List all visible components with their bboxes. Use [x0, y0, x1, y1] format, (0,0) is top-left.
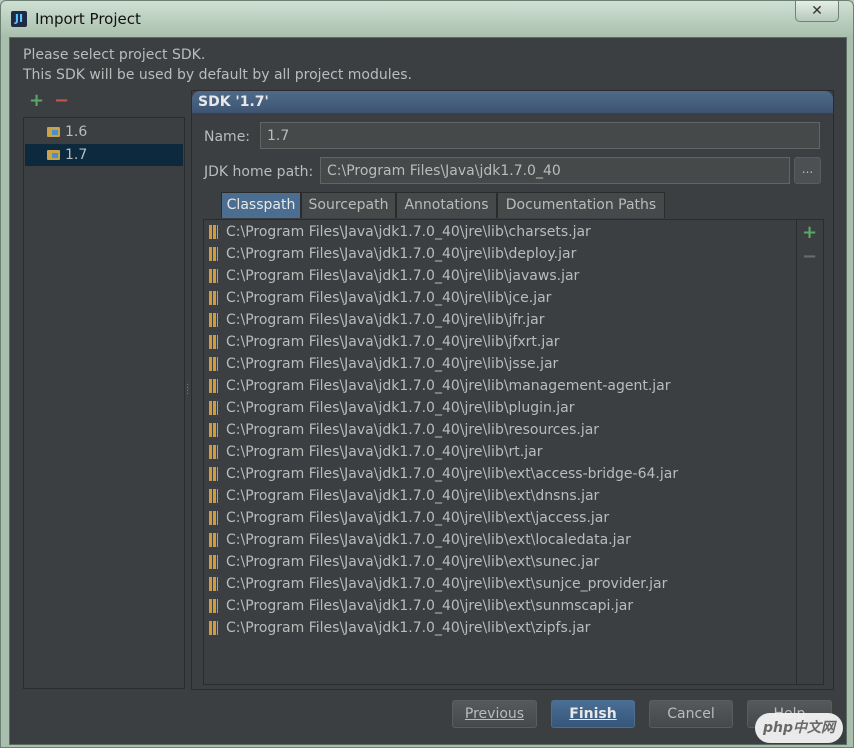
name-field[interactable]: 1.7: [260, 122, 820, 149]
classpath-entry: C:\Program Files\Java\jdk1.7.0_40\jre\li…: [226, 532, 631, 548]
name-label: Name:: [204, 129, 251, 145]
classpath-entry: C:\Program Files\Java\jdk1.7.0_40\jre\li…: [226, 576, 668, 592]
classpath-entry: C:\Program Files\Java\jdk1.7.0_40\jre\li…: [226, 224, 591, 240]
finish-button[interactable]: Finish: [551, 700, 635, 728]
add-path-icon[interactable]: +: [802, 224, 817, 242]
dialog-content: Please select project SDK. This SDK will…: [9, 37, 847, 745]
classpath-row[interactable]: C:\Program Files\Java\jdk1.7.0_40\jre\li…: [204, 353, 796, 375]
jar-icon: [209, 335, 218, 349]
sdk-item-1-6[interactable]: 1.6: [25, 121, 183, 143]
sdk-folder-icon: [47, 150, 60, 160]
site-watermark: php中文网: [755, 713, 843, 743]
tab-annotations[interactable]: Annotations: [396, 192, 497, 218]
jar-icon: [209, 269, 218, 283]
jar-icon: [209, 621, 218, 635]
jar-icon: [209, 357, 218, 371]
classpath-row[interactable]: C:\Program Files\Java\jdk1.7.0_40\jre\li…: [204, 463, 796, 485]
classpath-entry: C:\Program Files\Java\jdk1.7.0_40\jre\li…: [226, 444, 543, 460]
classpath-row[interactable]: C:\Program Files\Java\jdk1.7.0_40\jre\li…: [204, 243, 796, 265]
jar-icon: [209, 379, 218, 393]
add-sdk-icon[interactable]: +: [29, 92, 44, 110]
classpath-entry: C:\Program Files\Java\jdk1.7.0_40\jre\li…: [226, 510, 610, 526]
classpath-row[interactable]: C:\Program Files\Java\jdk1.7.0_40\jre\li…: [204, 265, 796, 287]
description-line-1: Please select project SDK.: [23, 47, 206, 63]
classpath-entry: C:\Program Files\Java\jdk1.7.0_40\jre\li…: [226, 554, 600, 570]
jar-icon: [209, 511, 218, 525]
classpath-entry: C:\Program Files\Java\jdk1.7.0_40\jre\li…: [226, 246, 577, 262]
title-bar: JI Import Project ✕: [1, 1, 853, 37]
jdk-home-path-label: JDK home path:: [204, 164, 314, 180]
classpath-entry: C:\Program Files\Java\jdk1.7.0_40\jre\li…: [226, 378, 671, 394]
sdk-settings-panel: SDK '1.7' Name: 1.7 JDK home path: C:\Pr…: [191, 90, 834, 690]
classpath-row[interactable]: C:\Program Files\Java\jdk1.7.0_40\jre\li…: [204, 573, 796, 595]
intellij-app-icon: JI: [11, 11, 27, 27]
splitter-handle[interactable]: · · · ·: [186, 381, 189, 400]
classpath-row[interactable]: C:\Program Files\Java\jdk1.7.0_40\jre\li…: [204, 529, 796, 551]
classpath-entry: C:\Program Files\Java\jdk1.7.0_40\jre\li…: [226, 620, 591, 636]
jdk-home-path-field[interactable]: C:\Program Files\Java\jdk1.7.0_40: [320, 157, 790, 184]
classpath-row[interactable]: C:\Program Files\Java\jdk1.7.0_40\jre\li…: [204, 397, 796, 419]
classpath-list[interactable]: C:\Program Files\Java\jdk1.7.0_40\jre\li…: [204, 220, 797, 684]
panel-title: SDK '1.7': [198, 94, 269, 110]
cancel-button[interactable]: Cancel: [649, 700, 733, 728]
classpath-entry: C:\Program Files\Java\jdk1.7.0_40\jre\li…: [226, 290, 552, 306]
jar-icon: [209, 423, 218, 437]
classpath-entry: C:\Program Files\Java\jdk1.7.0_40\jre\li…: [226, 312, 545, 328]
jar-icon: [209, 401, 218, 415]
sdk-item-1-7[interactable]: 1.7: [25, 144, 183, 166]
classpath-entry: C:\Program Files\Java\jdk1.7.0_40\jre\li…: [226, 466, 679, 482]
classpath-entry: C:\Program Files\Java\jdk1.7.0_40\jre\li…: [226, 268, 580, 284]
classpath-row[interactable]: C:\Program Files\Java\jdk1.7.0_40\jre\li…: [204, 419, 796, 441]
close-button[interactable]: ✕: [795, 1, 839, 22]
jar-icon: [209, 445, 218, 459]
window-title: Import Project: [35, 10, 141, 28]
jar-icon: [209, 225, 218, 239]
jar-icon: [209, 489, 218, 503]
panel-header: SDK '1.7': [192, 91, 833, 113]
classpath-row[interactable]: C:\Program Files\Java\jdk1.7.0_40\jre\li…: [204, 485, 796, 507]
classpath-row[interactable]: C:\Program Files\Java\jdk1.7.0_40\jre\li…: [204, 595, 796, 617]
sdk-folder-icon: [47, 127, 60, 137]
classpath-row[interactable]: C:\Program Files\Java\jdk1.7.0_40\jre\li…: [204, 375, 796, 397]
jar-icon: [209, 467, 218, 481]
jar-icon: [209, 291, 218, 305]
cancel-button-label: Cancel: [667, 706, 715, 722]
classpath-entry: C:\Program Files\Java\jdk1.7.0_40\jre\li…: [226, 334, 560, 350]
tab-sourcepath[interactable]: Sourcepath: [301, 192, 396, 218]
classpath-row[interactable]: C:\Program Files\Java\jdk1.7.0_40\jre\li…: [204, 617, 796, 639]
classpath-row[interactable]: C:\Program Files\Java\jdk1.7.0_40\jre\li…: [204, 221, 796, 243]
classpath-row[interactable]: C:\Program Files\Java\jdk1.7.0_40\jre\li…: [204, 551, 796, 573]
finish-button-label: Finish: [569, 706, 617, 722]
classpath-row[interactable]: C:\Program Files\Java\jdk1.7.0_40\jre\li…: [204, 507, 796, 529]
previous-button[interactable]: Previous: [452, 700, 537, 728]
remove-path-icon[interactable]: −: [802, 248, 817, 266]
description-line-2: This SDK will be used by default by all …: [23, 67, 413, 83]
sdk-item-label: 1.6: [65, 124, 88, 140]
browse-button[interactable]: ...: [794, 157, 821, 184]
jar-icon: [209, 313, 218, 327]
sdk-list: 1.6 1.7: [23, 117, 185, 689]
import-project-dialog: JI Import Project ✕ Please select projec…: [0, 0, 854, 748]
close-icon: ✕: [811, 3, 823, 19]
classpath-row[interactable]: C:\Program Files\Java\jdk1.7.0_40\jre\li…: [204, 309, 796, 331]
classpath-row[interactable]: C:\Program Files\Java\jdk1.7.0_40\jre\li…: [204, 287, 796, 309]
tab-documentation-paths[interactable]: Documentation Paths: [497, 192, 665, 218]
classpath-entry: C:\Program Files\Java\jdk1.7.0_40\jre\li…: [226, 488, 600, 504]
classpath-entry: C:\Program Files\Java\jdk1.7.0_40\jre\li…: [226, 400, 575, 416]
sdk-item-label: 1.7: [65, 147, 88, 163]
classpath-row[interactable]: C:\Program Files\Java\jdk1.7.0_40\jre\li…: [204, 441, 796, 463]
jar-icon: [209, 247, 218, 261]
classpath-entry: C:\Program Files\Java\jdk1.7.0_40\jre\li…: [226, 598, 634, 614]
jar-icon: [209, 577, 218, 591]
jar-icon: [209, 555, 218, 569]
jar-icon: [209, 533, 218, 547]
tab-classpath[interactable]: Classpath: [221, 192, 301, 218]
remove-sdk-icon[interactable]: −: [54, 92, 69, 110]
classpath-entry: C:\Program Files\Java\jdk1.7.0_40\jre\li…: [226, 356, 559, 372]
classpath-row[interactable]: C:\Program Files\Java\jdk1.7.0_40\jre\li…: [204, 331, 796, 353]
classpath-tab-content: C:\Program Files\Java\jdk1.7.0_40\jre\li…: [203, 219, 824, 685]
previous-button-label: Previous: [464, 706, 525, 722]
classpath-entry: C:\Program Files\Java\jdk1.7.0_40\jre\li…: [226, 422, 600, 438]
jar-icon: [209, 599, 218, 613]
